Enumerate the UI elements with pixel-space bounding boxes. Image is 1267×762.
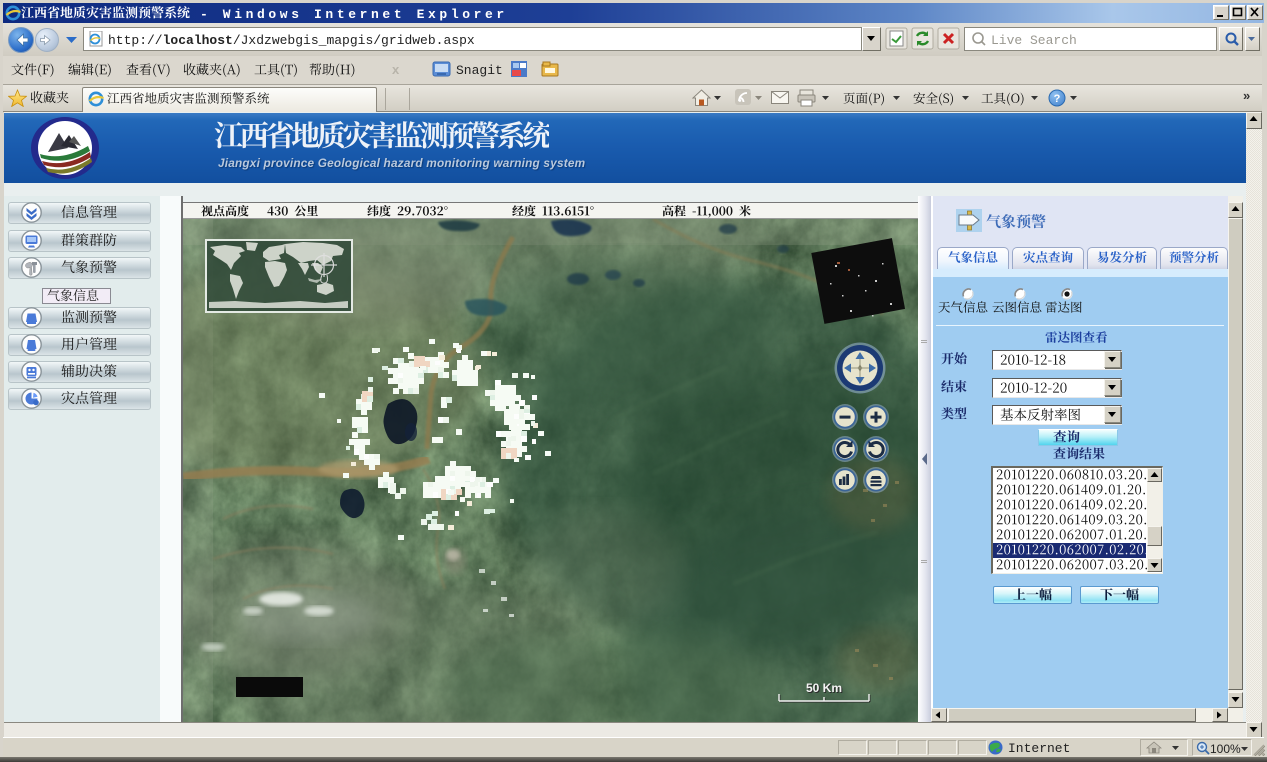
svg-text:?: ? (1054, 93, 1061, 105)
svg-text:50 Km: 50 Km (806, 681, 842, 695)
